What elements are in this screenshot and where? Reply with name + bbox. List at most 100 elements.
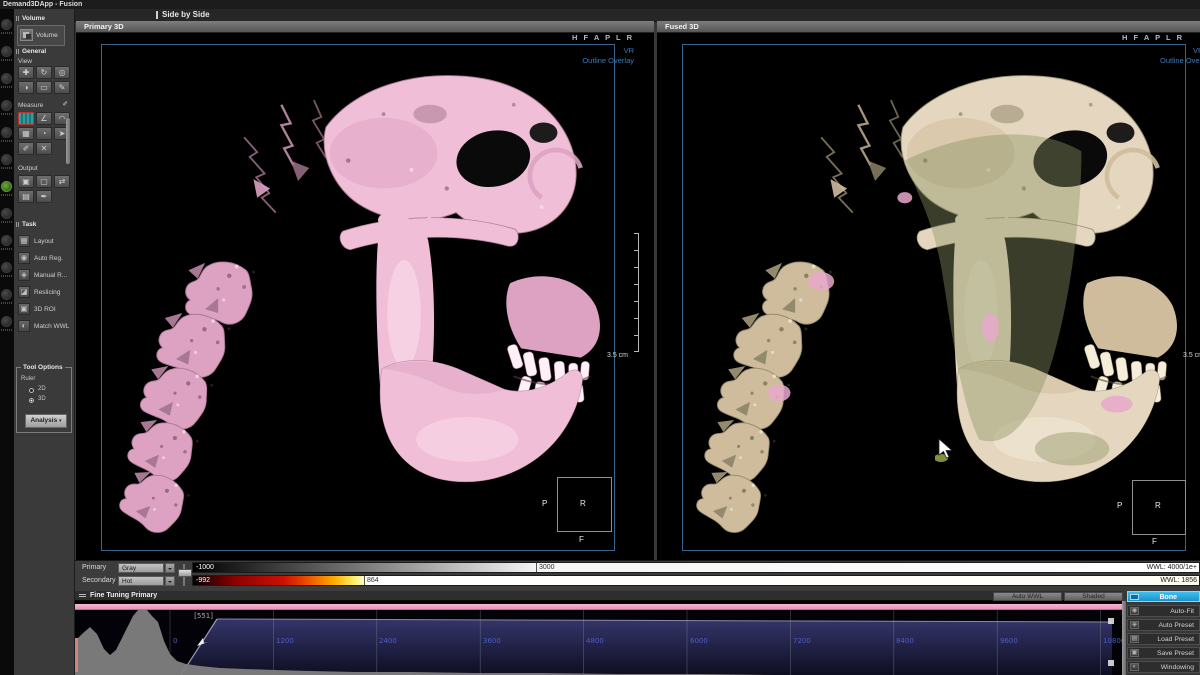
primary-3d-header[interactable]: Primary 3D xyxy=(76,21,654,33)
mode-circle-icon[interactable] xyxy=(1,235,12,246)
mode-label-smudge xyxy=(1,32,12,34)
freehand-tool-icon[interactable]: ✎ xyxy=(54,81,70,94)
primary-colormap-select[interactable]: Gray xyxy=(118,563,164,573)
primary-orient-p: P xyxy=(542,499,547,508)
window-transfer-region[interactable] xyxy=(181,619,1112,675)
svg-text:10800: 10800 xyxy=(1103,637,1122,645)
mode-label-smudge xyxy=(1,221,12,223)
mode-circle-icon[interactable] xyxy=(1,19,12,30)
section-general-header[interactable]: General xyxy=(16,48,72,56)
ruler-3d-radio[interactable] xyxy=(29,398,34,403)
histogram-left-handle[interactable] xyxy=(75,638,78,672)
mode-circle-icon[interactable] xyxy=(1,262,12,273)
pencil-measure-tool-icon[interactable]: ✐ xyxy=(18,142,34,155)
window-right-bottom-handle[interactable] xyxy=(1108,660,1114,666)
export-tool-icon[interactable]: ⇄ xyxy=(54,175,70,188)
windowing-button[interactable]: ◐Windowing xyxy=(1127,661,1200,673)
secondary-window-max: 864 xyxy=(367,577,379,584)
primary-colormap-label: Primary xyxy=(82,564,106,571)
auto-preset-button[interactable]: ◈Auto Preset xyxy=(1127,619,1200,631)
mode-circle-icon[interactable] xyxy=(1,316,12,327)
ruler-2d-radio[interactable] xyxy=(29,388,34,393)
angle-tool-icon[interactable]: ∠ xyxy=(36,112,52,125)
fused-3d-viewport[interactable]: H F A P L R VR Outline Overlay 3.5 cm P … xyxy=(657,33,1200,560)
mode-circle-icon[interactable] xyxy=(1,73,12,84)
fused-orient-f: F xyxy=(1152,537,1157,546)
load-preset-button[interactable]: ▤Load Preset xyxy=(1127,633,1200,645)
measure-settings-icon[interactable]: ✐ xyxy=(63,101,68,108)
volume-button[interactable]: Volume xyxy=(17,25,65,46)
snapshot-tool-icon[interactable]: ▣ xyxy=(18,175,34,188)
tab-marker xyxy=(156,11,158,19)
opacity-slider-thumb[interactable] xyxy=(178,569,192,577)
tool-sidebar: Volume Volume General View ✚ ↻ ◎ ◑ ▭ ✎ M… xyxy=(14,9,75,675)
mode-circle-icon[interactable] xyxy=(1,154,12,165)
primary-colormap-bar[interactable]: -1000 3000 WWL: 4000/1e+ xyxy=(192,562,1200,573)
svg-text:4800: 4800 xyxy=(586,637,604,645)
auto-wwl-button[interactable]: Auto WWL xyxy=(993,592,1062,601)
svg-text:2400: 2400 xyxy=(379,637,397,645)
save-preset-button[interactable]: ▣Save Preset xyxy=(1127,647,1200,659)
tab-side-by-side[interactable]: Side by Side xyxy=(162,10,210,19)
window-right-top-handle[interactable] xyxy=(1108,618,1114,624)
secondary-colormap-dropdown-icon[interactable] xyxy=(165,576,175,586)
grid-measure-tool-icon[interactable]: ▦ xyxy=(18,127,34,140)
sidebar-scrollbar[interactable] xyxy=(66,118,70,164)
auto-fit-button[interactable]: ◉Auto-Fit xyxy=(1127,605,1200,617)
task-manual-reg-button[interactable]: ◈Manual R... xyxy=(17,269,71,282)
analysis-button[interactable]: Analysis ▾ xyxy=(25,414,67,428)
task-reslicing-button[interactable]: ◪Reslicing xyxy=(17,286,71,299)
task-3d-roi-button[interactable]: ▣3D ROI xyxy=(17,303,71,316)
tool-options-panel: Tool Options Ruler 2D 3D Analysis ▾ xyxy=(16,367,72,433)
bone-preset-button[interactable]: Bone xyxy=(1127,591,1200,602)
task-match-wwl-button[interactable]: ◐Match WWL xyxy=(17,320,71,333)
secondary-colormap-bar[interactable]: -992 864 WWL: 1856 xyxy=(192,575,1200,586)
fused-axes-overlay: H F A P L R xyxy=(1122,33,1200,42)
print-tool-icon[interactable]: ▤ xyxy=(18,190,34,203)
primary-scale-label: 3.5 cm xyxy=(607,352,628,359)
primary-colormap-dropdown-icon[interactable] xyxy=(165,563,175,573)
load-preset-icon: ▤ xyxy=(1130,635,1139,643)
mode-circle-icon[interactable] xyxy=(1,289,12,300)
svg-text:7200: 7200 xyxy=(793,637,811,645)
ruler-3d-label: 3D xyxy=(38,396,46,402)
shaded-button[interactable]: Shaded xyxy=(1064,592,1123,601)
task-layout-button[interactable]: ▦Layout xyxy=(17,235,71,248)
mode-circle-icon[interactable] xyxy=(1,127,12,138)
mode-circle-icon[interactable] xyxy=(1,208,12,219)
secondary-colormap-label: Secondary xyxy=(82,577,115,584)
zoom-tool-icon[interactable]: ◎ xyxy=(54,66,70,79)
roi-circle-tool-icon[interactable]: ◔ xyxy=(36,127,52,140)
fused-view-frame xyxy=(682,44,1186,551)
section-task-header[interactable]: Task xyxy=(16,221,72,229)
fused-3d-header[interactable]: Fused 3D xyxy=(657,21,1200,33)
secondary-window-max-marker[interactable] xyxy=(364,576,365,585)
svg-text:9600: 9600 xyxy=(1000,637,1018,645)
copy-view-tool-icon[interactable]: ▢ xyxy=(36,175,52,188)
primary-3d-viewport[interactable]: H F A P L R VR Outline Overlay 3.5 cm P … xyxy=(76,33,654,560)
primary-view-frame xyxy=(101,44,615,551)
histogram-plot[interactable]: 01200 24003600 48006000 72008400 9600108… xyxy=(75,610,1122,675)
mode-circle-icon-active[interactable] xyxy=(1,181,12,192)
mode-circle-icon[interactable] xyxy=(1,100,12,111)
fine-tuning-header[interactable]: Fine Tuning Primary xyxy=(75,591,1122,601)
secondary-colormap-select[interactable]: Hot xyxy=(118,576,164,586)
histogram-scrollbar[interactable] xyxy=(1122,601,1126,675)
mouse-cursor xyxy=(935,438,959,464)
pan-tool-icon[interactable]: ✚ xyxy=(18,66,34,79)
windowing-tool-icon[interactable]: ◑ xyxy=(18,81,34,94)
mode-circle-icon[interactable] xyxy=(1,46,12,57)
report-tool-icon[interactable]: ✒ xyxy=(36,190,52,203)
section-volume-header[interactable]: Volume xyxy=(16,15,72,23)
ruler-tool-icon-active[interactable] xyxy=(18,112,34,125)
primary-window-max-marker[interactable] xyxy=(536,563,537,572)
manual-registration-icon: ◈ xyxy=(18,269,30,281)
rotate-3d-tool-icon[interactable]: ↻ xyxy=(36,66,52,79)
primary-window-min: -1000 xyxy=(196,564,214,571)
annotation-tool-icon[interactable]: ▭ xyxy=(36,81,52,94)
primary-mode-overlay: VR xyxy=(624,46,634,55)
task-auto-reg-button[interactable]: ◉Auto Reg. xyxy=(17,252,71,265)
mode-label-smudge xyxy=(1,275,12,277)
delete-measure-tool-icon[interactable]: ✕ xyxy=(36,142,52,155)
layout-icon: ▦ xyxy=(18,235,30,247)
